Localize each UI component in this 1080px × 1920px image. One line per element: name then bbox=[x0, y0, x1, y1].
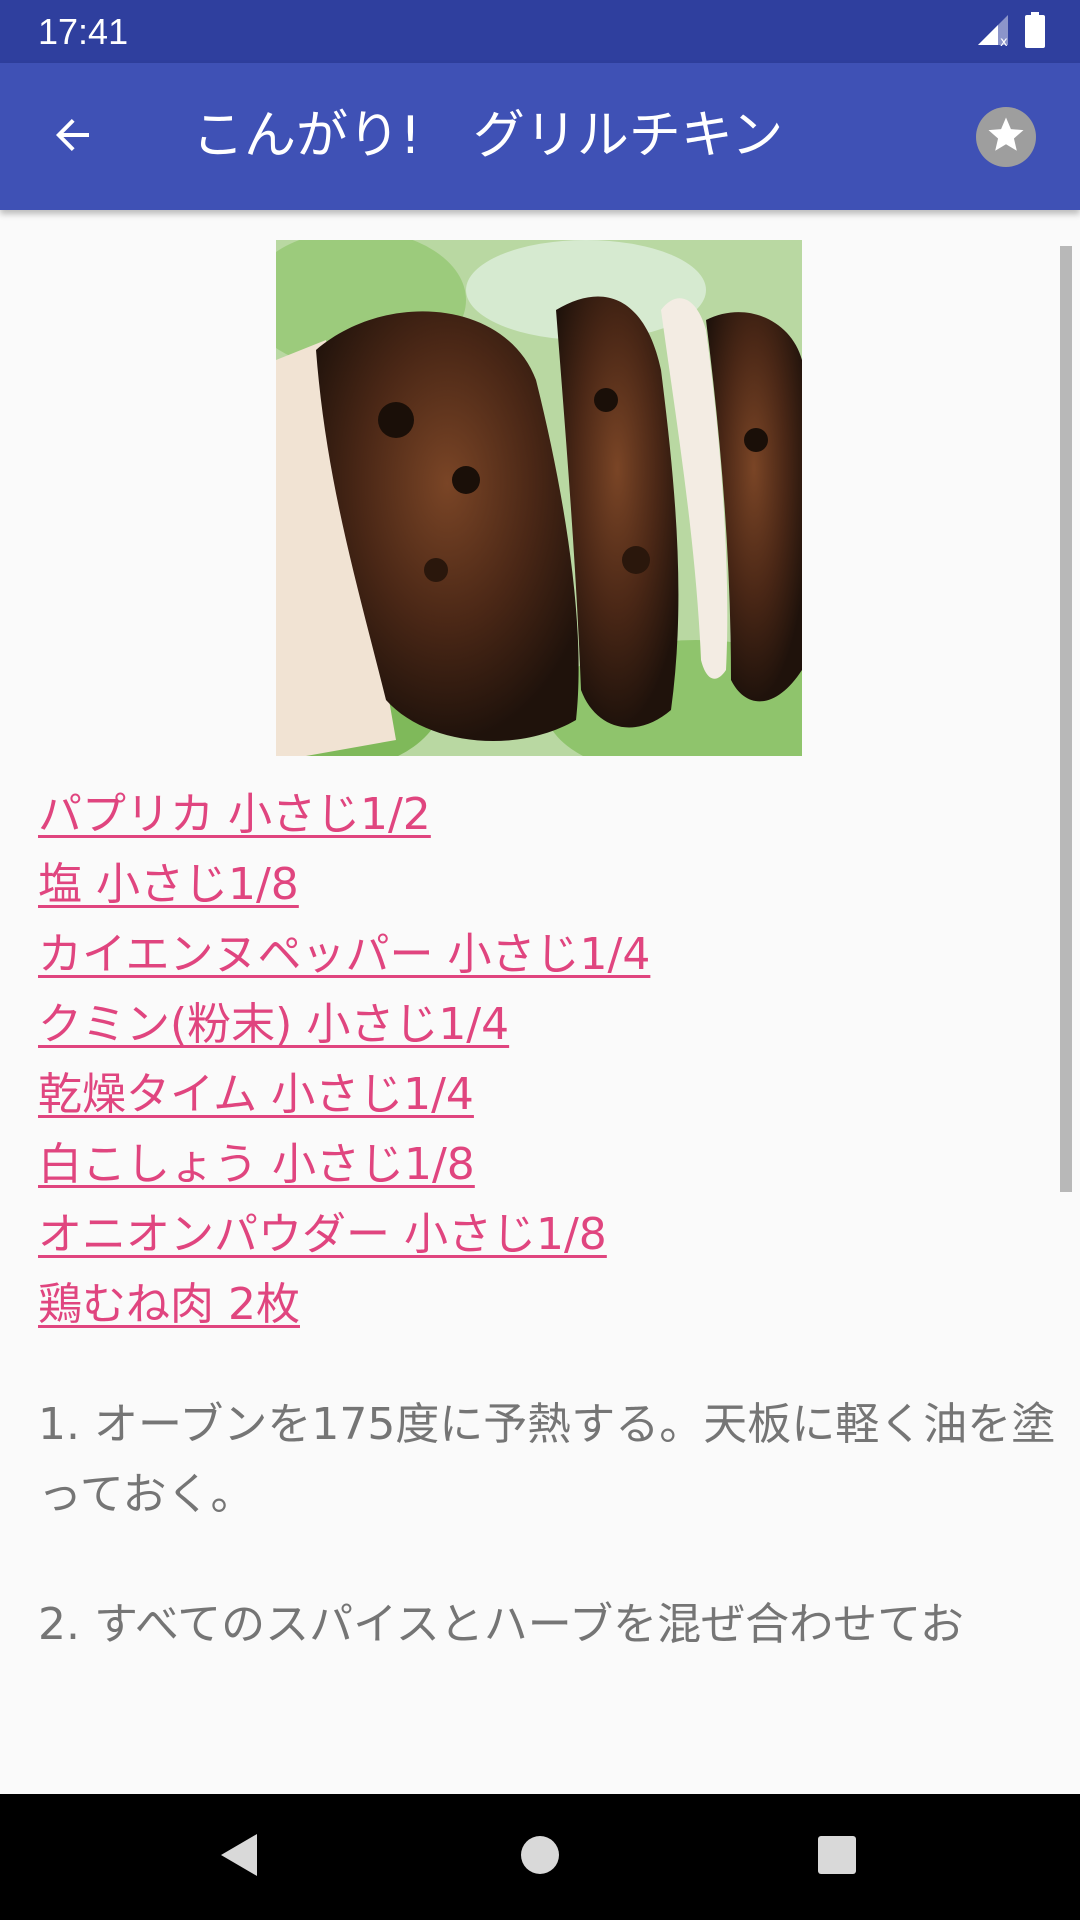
recipe-step: 1. オーブンを175度に予熱する。天板に軽く油を塗っておく。 bbox=[38, 1399, 1056, 1520]
recents-square-icon bbox=[817, 1835, 857, 1879]
nav-back-button[interactable] bbox=[206, 1824, 272, 1890]
back-button[interactable] bbox=[38, 105, 108, 169]
navigation-bar bbox=[0, 1794, 1080, 1920]
ingredient-list: パプリカ 小さじ1/2 塩 小さじ1/8 カイエンヌペッパー 小さじ1/4 クミ… bbox=[38, 780, 650, 1340]
nav-recents-button[interactable] bbox=[804, 1824, 870, 1890]
list-item: 白こしょう 小さじ1/8 bbox=[38, 1130, 650, 1200]
recipe-content[interactable]: パプリカ 小さじ1/2 塩 小さじ1/8 カイエンヌペッパー 小さじ1/4 クミ… bbox=[0, 210, 1080, 1794]
ingredient-link[interactable]: オニオンパウダー 小さじ1/8 bbox=[38, 1209, 607, 1260]
ingredient-link[interactable]: 塩 小さじ1/8 bbox=[38, 859, 299, 910]
star-icon bbox=[985, 114, 1027, 160]
back-triangle-icon bbox=[217, 1832, 261, 1882]
status-time: 17:41 bbox=[38, 11, 129, 52]
ingredient-link[interactable]: 鶏むね肉 2枚 bbox=[38, 1279, 300, 1330]
list-item: 鶏むね肉 2枚 bbox=[38, 1270, 650, 1340]
app-bar: こんがり! グリルチキン bbox=[0, 63, 1080, 210]
list-item: クミン(粉末) 小さじ1/4 bbox=[38, 990, 650, 1060]
ingredient-link[interactable]: カイエンヌペッパー 小さじ1/4 bbox=[38, 929, 650, 980]
scrollbar[interactable] bbox=[1060, 246, 1072, 1192]
signal-no-sim-icon: x bbox=[976, 13, 1010, 51]
battery-icon bbox=[1024, 12, 1046, 52]
arrow-back-icon bbox=[49, 111, 97, 163]
page-title: こんがり! グリルチキン bbox=[192, 106, 784, 166]
recipe-step: 2. すべてのスパイスとハーブを混ぜ合わせてお bbox=[38, 1599, 964, 1650]
ingredient-link[interactable]: 白こしょう 小さじ1/8 bbox=[38, 1139, 475, 1190]
list-item: パプリカ 小さじ1/2 bbox=[38, 780, 650, 850]
favorite-button[interactable] bbox=[976, 107, 1036, 167]
status-icons: x bbox=[976, 12, 1046, 52]
ingredient-link[interactable]: 乾燥タイム 小さじ1/4 bbox=[38, 1069, 474, 1120]
home-circle-icon bbox=[520, 1835, 560, 1879]
list-item: 塩 小さじ1/8 bbox=[38, 850, 650, 920]
svg-text:x: x bbox=[1000, 35, 1008, 47]
recipe-photo bbox=[276, 240, 802, 756]
nav-home-button[interactable] bbox=[507, 1824, 573, 1890]
list-item: カイエンヌペッパー 小さじ1/4 bbox=[38, 920, 650, 990]
status-bar: 17:41 x bbox=[0, 0, 1080, 63]
ingredient-link[interactable]: パプリカ 小さじ1/2 bbox=[38, 789, 431, 840]
list-item: オニオンパウダー 小さじ1/8 bbox=[38, 1200, 650, 1270]
ingredient-link[interactable]: クミン(粉末) 小さじ1/4 bbox=[38, 999, 509, 1050]
list-item: 乾燥タイム 小さじ1/4 bbox=[38, 1060, 650, 1130]
